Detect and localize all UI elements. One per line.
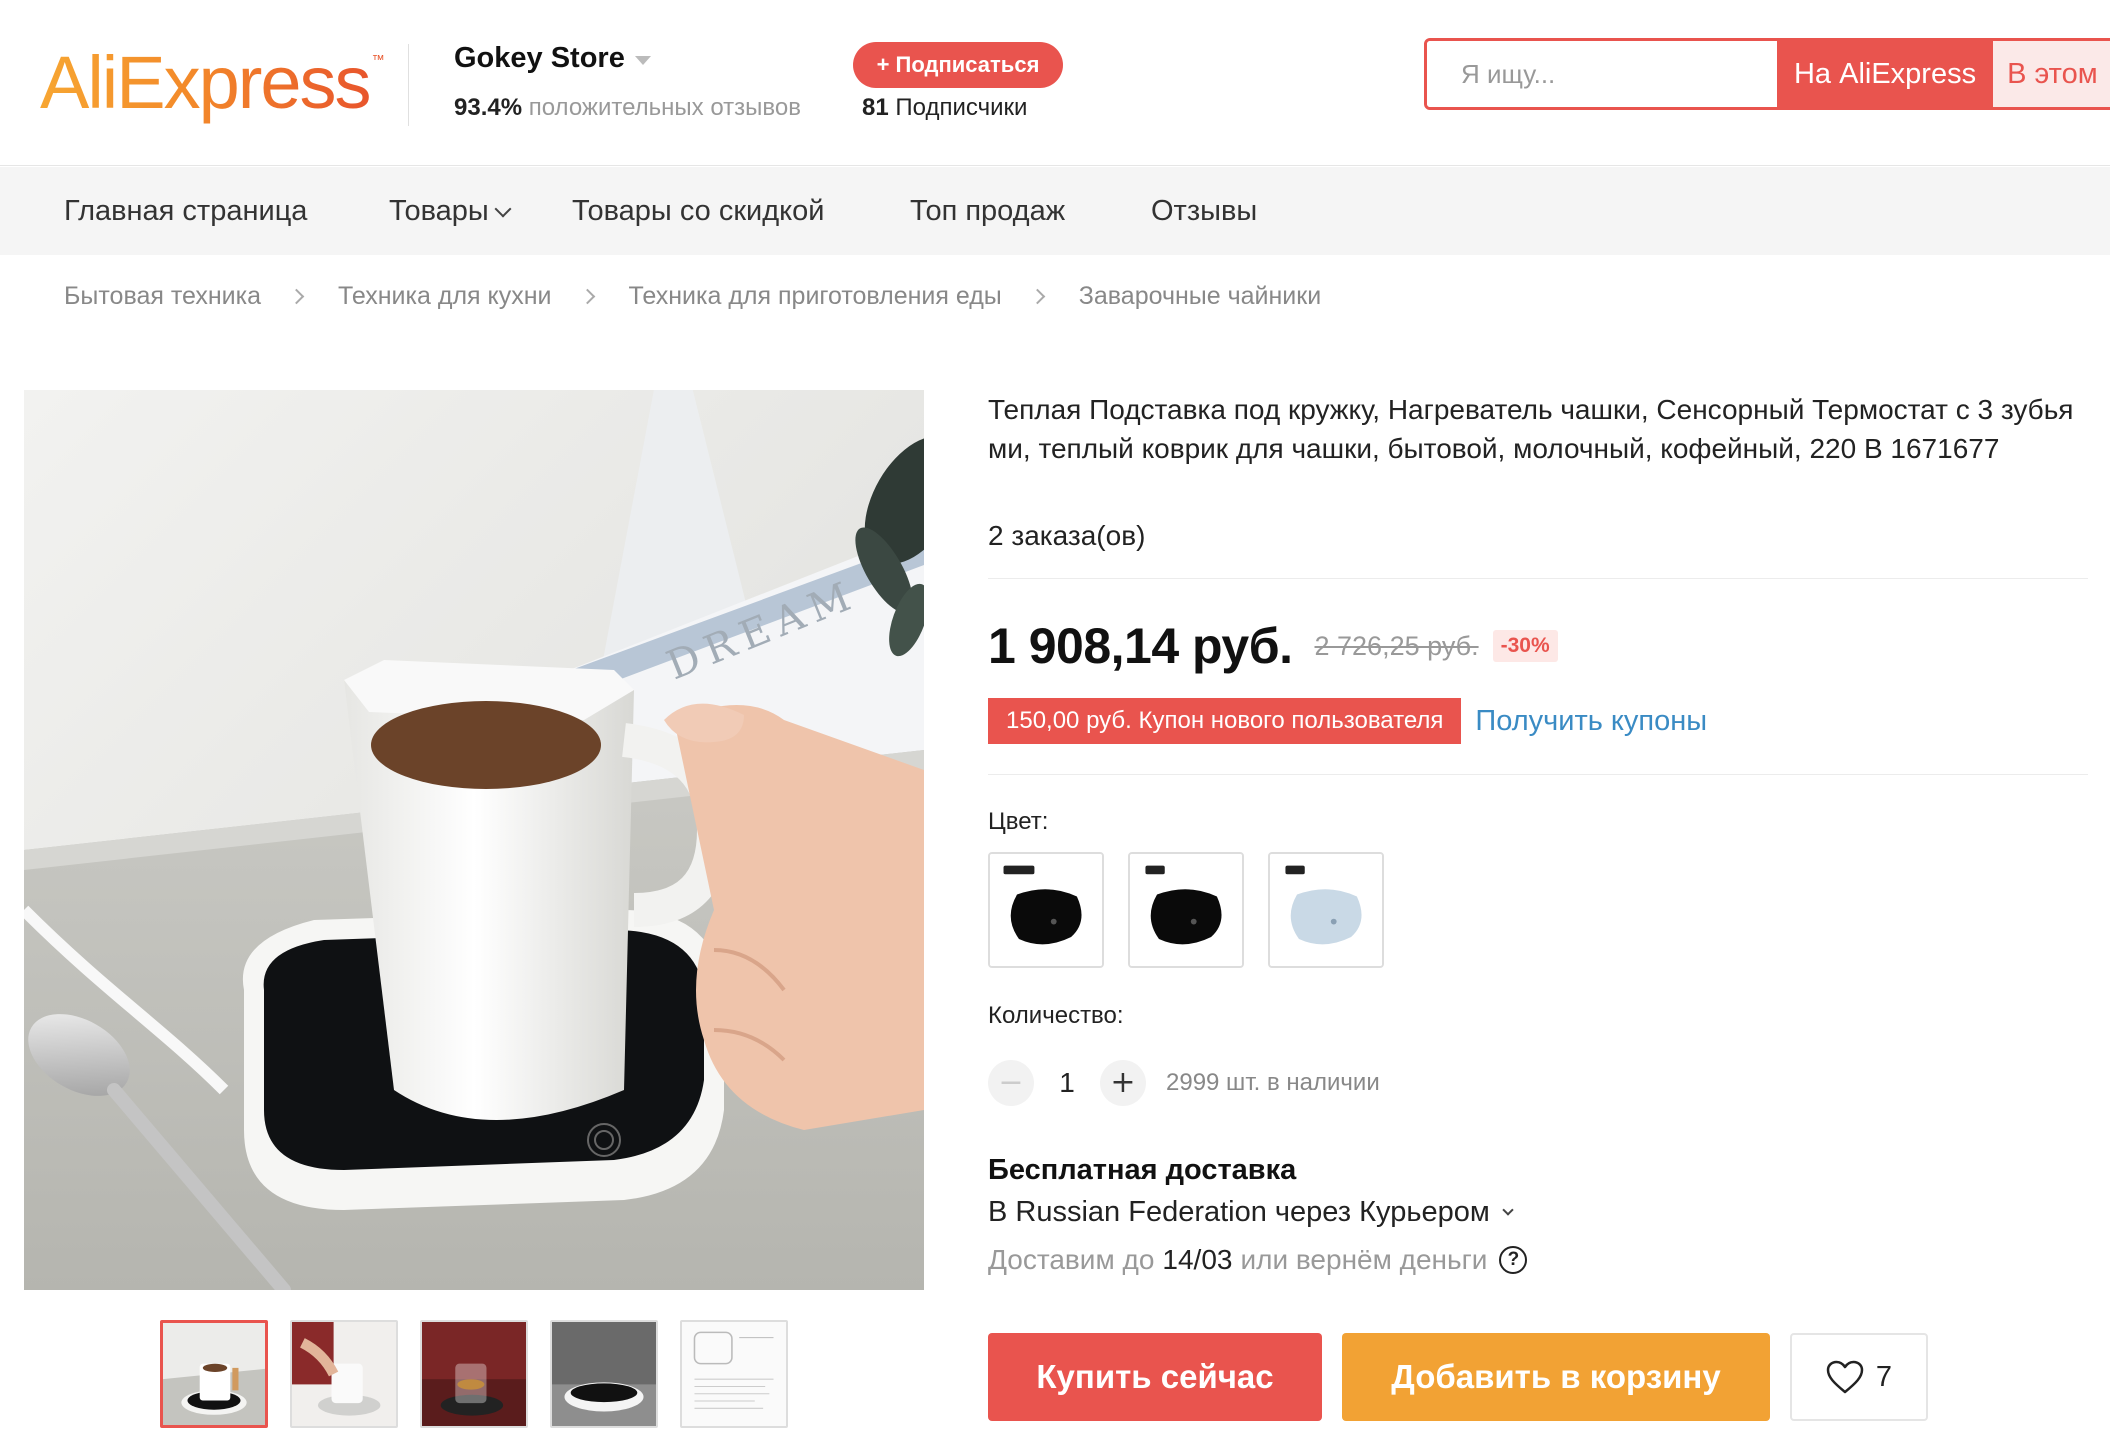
shipping-method-dropdown[interactable]: В Russian Federation через Курьером: [988, 1196, 1514, 1229]
thumbnail-image: [552, 1322, 656, 1426]
coupon-tag: 150,00 руб. Купон нового пользователя: [983, 698, 1466, 744]
breadcrumb: Бытовая техника Техника для кухни Техник…: [64, 278, 1321, 314]
wishlist-button[interactable]: 7: [1790, 1333, 1928, 1421]
breadcrumb-item[interactable]: Техника для приготовления еды: [629, 282, 1002, 311]
followers-label: Подписчики: [888, 94, 1028, 121]
thumbnail-strip: [160, 1320, 788, 1428]
delivery-estimate: Доставим до 14/03 или вернём деньги ?: [988, 1244, 1528, 1276]
chevron-right-icon: [1029, 288, 1046, 304]
wishlist-count: 7: [1875, 1360, 1893, 1393]
rating-value: 93.4%: [454, 94, 523, 121]
color-label: Цвет:: [988, 808, 1049, 835]
thumbnail-1[interactable]: [160, 1320, 268, 1428]
header-divider: [408, 44, 409, 126]
chevron-down-icon: [494, 200, 512, 218]
mug-warmer-photo: DREAM: [24, 390, 924, 1290]
thumbnail-5[interactable]: [680, 1320, 788, 1428]
nav-home-label: Главная страница: [64, 195, 308, 227]
color-swatch-image: [990, 854, 1102, 966]
quantity-label: Количество:: [988, 1002, 1124, 1029]
thumbnail-image: [163, 1323, 265, 1425]
shipping-title: Бесплатная доставка: [988, 1154, 1297, 1186]
chevron-right-icon: [579, 288, 595, 304]
quantity-decrease-button[interactable]: −: [988, 1060, 1034, 1106]
heart-icon: [1826, 1360, 1864, 1394]
rating-label: положительных отзывов: [522, 94, 801, 121]
orders-count: 2 заказа(ов): [988, 520, 1146, 551]
followers-count: 81 Подписчики: [862, 94, 1027, 122]
search-aliexpress-button[interactable]: На AliExpress: [1777, 41, 1994, 107]
section-divider: [988, 578, 2088, 579]
nav-discounts[interactable]: Товары со скидкой: [572, 167, 824, 255]
chevron-right-icon: [288, 288, 305, 304]
quantity-stepper: − 1 + 2999 шт. в наличии: [988, 1058, 1380, 1108]
help-icon[interactable]: ?: [1499, 1246, 1528, 1274]
nav-home[interactable]: Главная страница: [64, 167, 307, 255]
thumbnail-image: [422, 1322, 526, 1426]
logo-wordmark: AliExpress: [40, 38, 372, 128]
buy-now-button[interactable]: Купить сейчас: [988, 1333, 1322, 1421]
aliexpress-logo[interactable]: AliExpress ™: [40, 38, 385, 128]
price-row: 1 908,14 руб. 2 726,25 руб. -30%: [988, 616, 1558, 676]
nav-products[interactable]: Товары: [389, 167, 512, 255]
store-name-dropdown[interactable]: Gokey Store: [454, 42, 651, 75]
thumbnail-4[interactable]: [550, 1320, 658, 1428]
get-coupons-link[interactable]: Получить купоны: [1475, 705, 1707, 738]
search-bar: На AliExpress В этом: [1424, 38, 2110, 110]
color-options: [988, 852, 1384, 968]
thumbnail-2[interactable]: [290, 1320, 398, 1428]
thumbnail-3[interactable]: [420, 1320, 528, 1428]
caret-down-icon: [634, 56, 651, 65]
chevron-down-icon: [1502, 1203, 1514, 1216]
product-title: Теплая Подставка под кружку, Нагреватель…: [988, 394, 2074, 464]
quantity-increase-button[interactable]: +: [1100, 1060, 1146, 1106]
stock-available: 2999 шт. в наличии: [1166, 1069, 1380, 1096]
discount-badge: -30%: [1492, 630, 1558, 662]
header: AliExpress ™ Gokey Store 93.4% положител…: [0, 0, 2110, 166]
color-option-light-blue[interactable]: [1268, 852, 1384, 968]
subscribe-button[interactable]: + Подписаться: [853, 42, 1063, 88]
store-navigation: Главная страница Товары Товары со скидко…: [0, 167, 2110, 255]
nav-top-sales[interactable]: Топ продаж: [910, 167, 1065, 255]
color-swatch-image: [1130, 854, 1242, 966]
delivery-date: 14/03: [1162, 1244, 1233, 1275]
quantity-value[interactable]: 1: [1034, 1067, 1100, 1099]
delivery-prefix: Доставим до: [988, 1244, 1155, 1275]
nav-reviews-label: Отзывы: [1151, 195, 1258, 227]
color-option-black-with-box[interactable]: [988, 852, 1104, 968]
delivery-suffix: или вернём деньги: [1240, 1244, 1488, 1275]
color-option-black[interactable]: [1128, 852, 1244, 968]
nav-reviews[interactable]: Отзывы: [1151, 167, 1257, 255]
nav-discounts-label: Товары со скидкой: [572, 195, 825, 227]
store-name: Gokey Store: [454, 42, 625, 74]
search-store-button[interactable]: В этом: [1993, 41, 2110, 107]
store-rating: 93.4% положительных отзывов: [454, 94, 801, 122]
nav-top-sales-label: Топ продаж: [910, 195, 1066, 227]
search-input[interactable]: [1427, 41, 1777, 107]
breadcrumb-item[interactable]: Заварочные чайники: [1079, 282, 1321, 311]
breadcrumb-item[interactable]: Техника для кухни: [338, 282, 551, 311]
add-to-cart-button[interactable]: Добавить в корзину: [1342, 1333, 1770, 1421]
breadcrumb-item[interactable]: Бытовая техника: [64, 282, 261, 311]
section-divider: [988, 774, 2088, 775]
original-price: 2 726,25 руб.: [1314, 630, 1479, 661]
logo-trademark: ™: [371, 52, 385, 67]
current-price: 1 908,14 руб.: [988, 618, 1293, 674]
thumbnail-image: [292, 1322, 396, 1426]
nav-products-label: Товары: [389, 195, 489, 227]
color-swatch-image: [1270, 854, 1382, 966]
coupon-row: 150,00 руб. Купон нового пользователя По…: [983, 697, 1707, 745]
product-main-image[interactable]: DREAM: [24, 390, 924, 1290]
followers-number: 81: [862, 94, 889, 121]
shipping-method-label: В Russian Federation через Курьером: [988, 1196, 1490, 1228]
thumbnail-image: [682, 1322, 786, 1426]
